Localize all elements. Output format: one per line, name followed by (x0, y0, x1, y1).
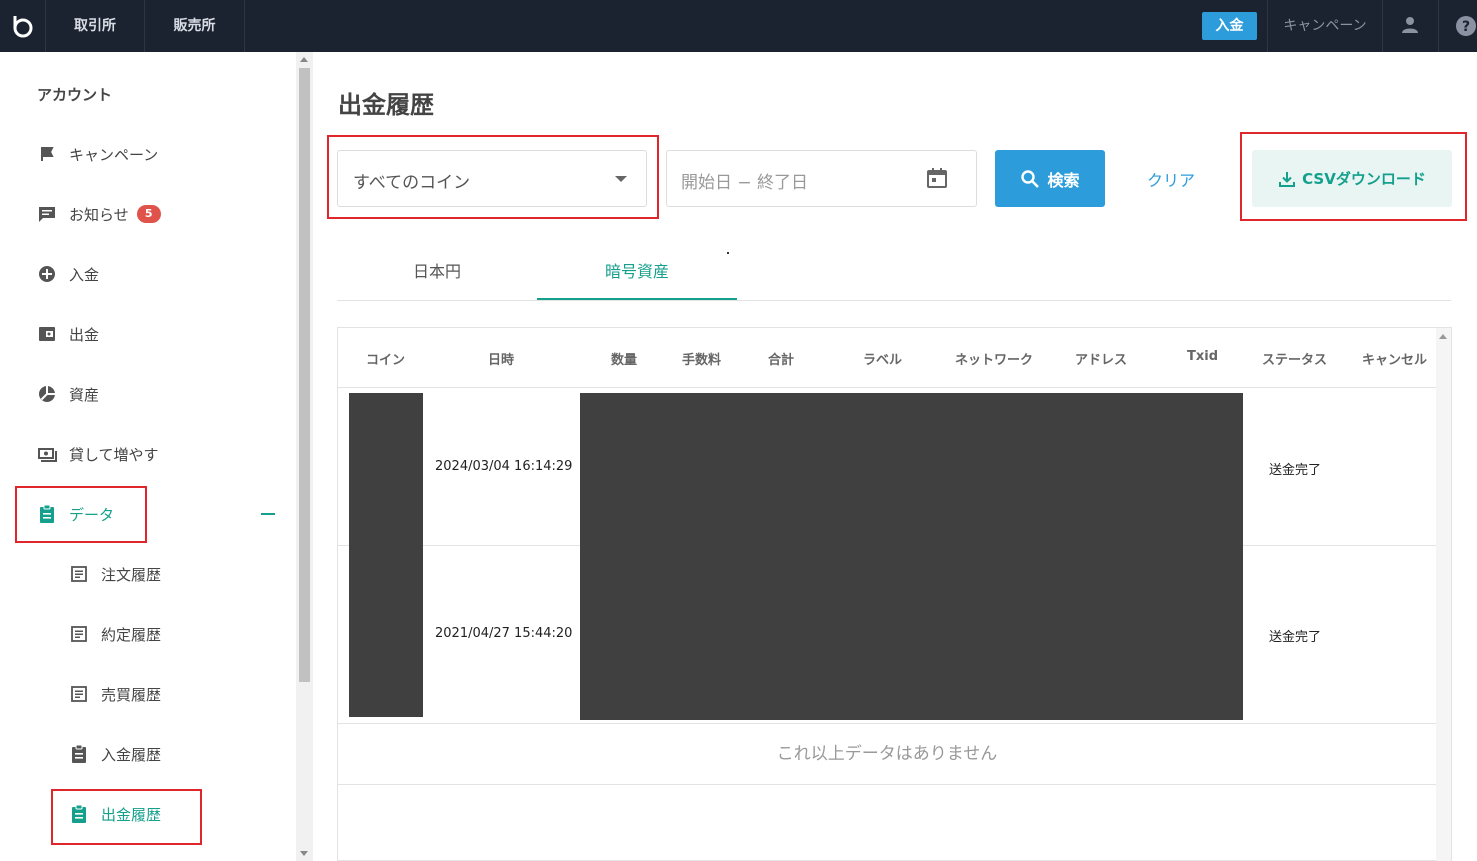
sidebar-item-lending[interactable]: 貸して増やす (37, 442, 159, 466)
collapse-icon[interactable] (261, 513, 275, 515)
scroll-up-icon[interactable] (1439, 334, 1447, 339)
cash-icon (37, 444, 57, 464)
sidebar-item-label: 出金 (69, 325, 100, 344)
clipboard-icon (69, 744, 89, 764)
download-icon (1279, 171, 1296, 187)
sidebar-item-label: 入金 (69, 265, 100, 284)
sidebar-item-trade-history[interactable]: 約定履歴 (69, 622, 161, 646)
row-status: 送金完了 (1269, 463, 1322, 478)
divider (1382, 0, 1383, 52)
withdraw-history-table: コイン 日時 数量 手数料 合計 ラベル ネットワーク アドレス Txid ステ… (337, 327, 1452, 861)
document-icon (69, 624, 89, 644)
sidebar-item-withdraw[interactable]: 出金 (37, 322, 99, 346)
row-status: 送金完了 (1269, 630, 1322, 645)
column-header[interactable]: 合計 (768, 349, 794, 368)
scrollbar-thumb[interactable] (299, 68, 310, 682)
redacted-block (580, 393, 1243, 720)
column-header[interactable]: 数量 (611, 349, 637, 368)
sidebar-item-label: 入金履歴 (101, 745, 162, 764)
page-title: 出金履歴 (338, 91, 434, 119)
sidebar-item-label: 貸して増やす (69, 445, 159, 464)
csv-download-button[interactable]: CSVダウンロード (1252, 150, 1452, 207)
row-datetime: 2021/04/27 15:44:20 (435, 626, 573, 641)
date-range-placeholder: 開始日 − 終了日 (681, 173, 809, 193)
column-header[interactable]: コイン (366, 349, 405, 368)
flag-icon (37, 144, 57, 164)
column-header[interactable]: ステータス (1262, 349, 1327, 368)
sidebar-item-label: お知らせ (69, 205, 129, 224)
table-header: コイン 日時 数量 手数料 合計 ラベル ネットワーク アドレス Txid ステ… (338, 328, 1436, 388)
scroll-down-icon[interactable] (300, 851, 308, 856)
column-header[interactable]: ネットワーク (955, 349, 1033, 368)
column-header[interactable]: キャンセル (1362, 349, 1427, 368)
wallet-icon (37, 324, 57, 344)
caret-down-icon (615, 176, 627, 182)
no-more-data-message: これ以上データはありません (338, 724, 1436, 785)
sidebar-item-buysell-history[interactable]: 売買履歴 (69, 682, 161, 706)
user-icon[interactable] (1400, 15, 1420, 35)
column-header[interactable]: Txid (1187, 349, 1218, 364)
row-datetime: 2024/03/04 16:14:29 (435, 459, 573, 474)
message-icon (37, 204, 57, 224)
sidebar-item-order-history[interactable]: 注文履歴 (69, 562, 161, 586)
highlight-box (15, 486, 147, 543)
column-header[interactable]: 手数料 (682, 349, 721, 368)
notice-count-badge: 5 (136, 205, 161, 223)
search-icon (1021, 169, 1040, 188)
sidebar: アカウント キャンペーン お知らせ 5 入金 出金 資産 貸して増やす データ … (0, 52, 296, 861)
divider (1438, 0, 1439, 52)
document-icon (69, 564, 89, 584)
search-button[interactable]: 検索 (995, 150, 1105, 207)
tabs-divider (337, 300, 1451, 301)
sidebar-item-label: 売買履歴 (101, 685, 162, 704)
search-button-label: 検索 (1047, 170, 1080, 190)
sidebar-item-label: 資産 (69, 385, 100, 404)
coin-select-value: すべてのコイン (353, 173, 471, 193)
scroll-up-icon[interactable] (300, 57, 308, 62)
sidebar-item-label: 注文履歴 (101, 565, 162, 584)
sidebar-item-notices[interactable]: お知らせ 5 (37, 202, 161, 226)
redacted-block (349, 393, 423, 717)
sidebar-scrollbar[interactable] (296, 52, 313, 861)
sidebar-item-campaign[interactable]: キャンペーン (37, 142, 158, 166)
svg-text:?: ? (1462, 19, 1470, 35)
tab-jpy[interactable]: 日本円 (337, 252, 537, 300)
header-deposit-button[interactable]: 入金 (1202, 12, 1257, 40)
sidebar-item-deposit[interactable]: 入金 (37, 262, 99, 286)
top-bar: 取引所 販売所 入金 キャンペーン ? (0, 0, 1477, 52)
active-tab-indicator (537, 298, 737, 300)
help-icon[interactable]: ? (1455, 15, 1477, 37)
sidebar-item-assets[interactable]: 資産 (37, 382, 99, 406)
sidebar-item-label: 約定履歴 (101, 625, 162, 644)
main-content: 出金履歴 すべてのコイン 開始日 − 終了日 検索 クリア CSVダウンロード … (313, 52, 1477, 861)
nav-sales[interactable]: 販売所 (145, 0, 245, 52)
calendar-icon[interactable] (926, 167, 948, 189)
tab-crypto[interactable]: 暗号資産 (537, 252, 737, 300)
column-header[interactable]: 日時 (488, 349, 514, 368)
csv-download-label: CSVダウンロード (1302, 170, 1426, 188)
nav-exchange[interactable]: 取引所 (46, 0, 145, 52)
document-icon (69, 684, 89, 704)
logo[interactable] (0, 0, 46, 52)
bitbank-logo-icon (13, 16, 33, 38)
header-campaign-link[interactable]: キャンペーン (1268, 0, 1382, 52)
table-scrollbar[interactable] (1436, 328, 1451, 861)
highlight-box (51, 789, 202, 845)
column-header[interactable]: ラベル (863, 349, 902, 368)
sidebar-item-deposit-history[interactable]: 入金履歴 (69, 742, 161, 766)
sidebar-item-label: キャンペーン (69, 145, 159, 164)
sidebar-title: アカウント (37, 86, 113, 104)
date-range-input[interactable]: 開始日 − 終了日 (666, 150, 977, 207)
clear-button[interactable]: クリア (1147, 167, 1195, 191)
coin-select[interactable]: すべてのコイン (337, 150, 647, 207)
pie-chart-icon (37, 384, 57, 404)
column-header[interactable]: アドレス (1075, 349, 1127, 368)
plus-circle-icon (37, 264, 57, 284)
